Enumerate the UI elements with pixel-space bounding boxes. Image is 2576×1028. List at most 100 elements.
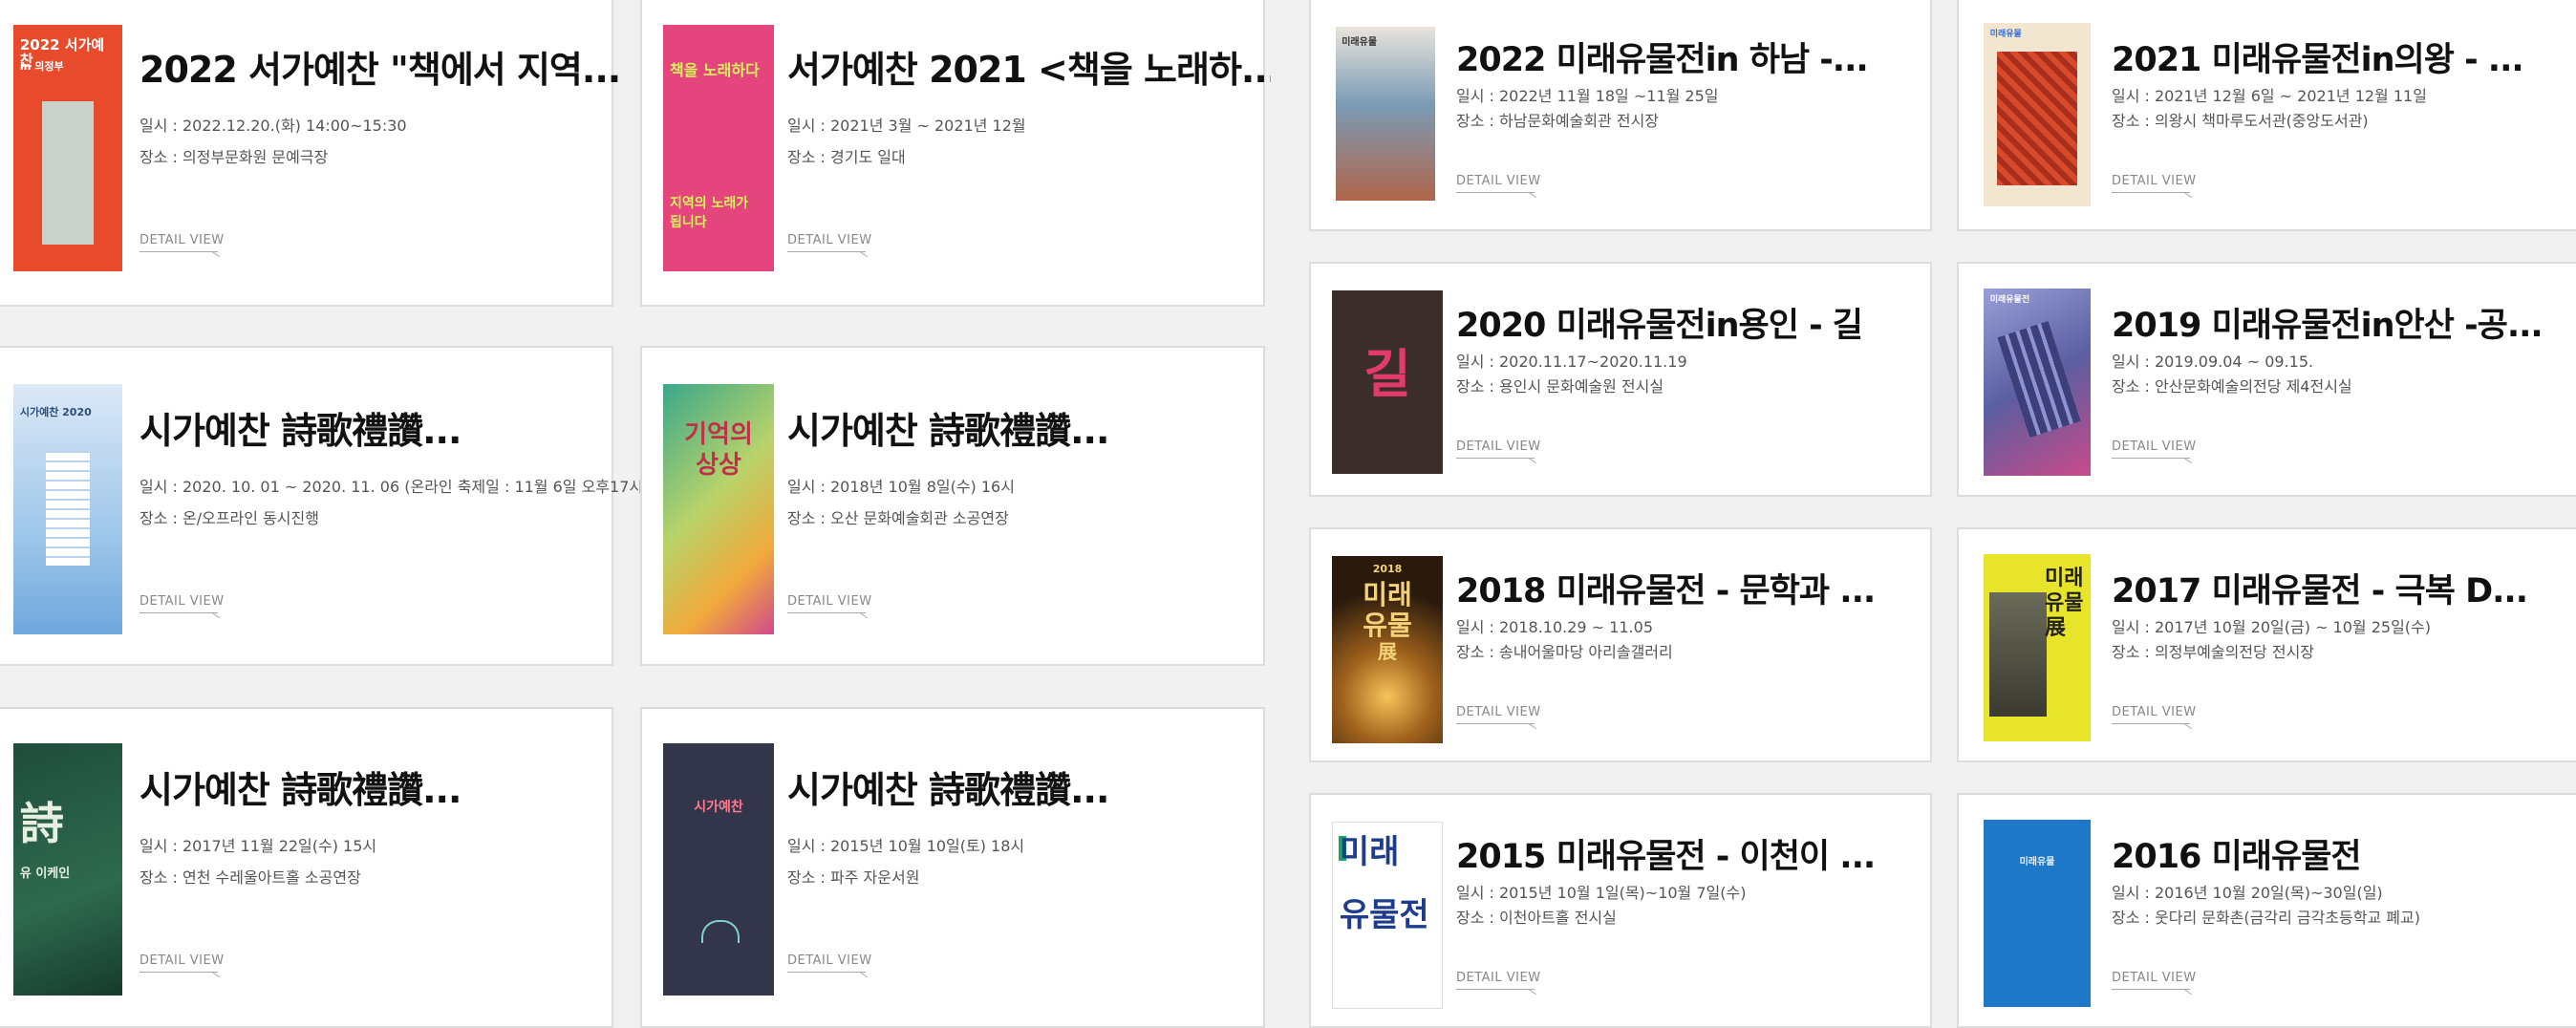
poster-image[interactable]: 시가예찬 2020: [13, 384, 122, 634]
poster-pattern: [1997, 52, 2077, 185]
exhibition-title[interactable]: 2020 미래유물전in용인 - 길: [1456, 298, 1863, 347]
poster-image[interactable]: 2018 미래 유물 展: [1332, 556, 1443, 743]
exhibition-place: 장소 : 의정부예술의전당 전시장: [2112, 643, 2315, 661]
exhibition-place: 장소 : 웃다리 문화촌(금각리 금각초등학교 폐교): [2112, 909, 2420, 927]
exhibition-card[interactable]: 미래 유물전 2015 미래유물전 - 이천이 ... 일시 : 2015년 1…: [1309, 793, 1932, 1028]
detail-view-link[interactable]: DETAIL VIEW: [1456, 439, 1541, 459]
exhibition-date: 일시 : 2016년 10월 20일(목)~30일(일): [2112, 884, 2383, 902]
exhibition-date: 일시 : 2018년 10월 8일(수) 16시: [787, 478, 1015, 496]
poster-text: 시가예찬 2020: [19, 406, 92, 418]
poster-image[interactable]: 미래유물: [1984, 23, 2091, 206]
exhibition-date: 일시 : 2017년 11월 22일(수) 15시: [140, 837, 377, 855]
poster-image[interactable]: 2022 서가예찬 in 의정부: [13, 25, 122, 271]
detail-view-link[interactable]: DETAIL VIEW: [140, 594, 225, 613]
exhibition-card[interactable]: 미래유물 2016 미래유물전 일시 : 2016년 10월 20일(목)~30…: [1957, 793, 2576, 1028]
poster-image[interactable]: 미래유물: [1336, 27, 1435, 201]
exhibition-title[interactable]: 시가예찬 詩歌禮讚...: [140, 401, 462, 454]
poster-image[interactable]: 기억의 상상: [663, 384, 774, 634]
exhibition-date: 일시 : 2020.11.17~2020.11.19: [1456, 353, 1687, 371]
poster-text: 됩니다: [669, 215, 707, 230]
building-illustration: [1997, 321, 2081, 438]
exhibition-date: 일시 : 2017년 10월 20일(금) ~ 10월 25일(수): [2112, 618, 2432, 636]
poster-ornament: [701, 920, 740, 943]
exhibition-title[interactable]: 시가예찬 詩歌禮讚...: [787, 401, 1109, 454]
photo-illustration: [1989, 592, 2047, 717]
exhibition-place: 장소 : 오산 문화예술회관 소공연장: [787, 509, 1009, 527]
poster-image[interactable]: 길: [1332, 290, 1443, 474]
detail-view-link[interactable]: DETAIL VIEW: [787, 233, 872, 252]
poster-image[interactable]: 詩 유 이케인: [13, 743, 122, 996]
detail-view-link[interactable]: DETAIL VIEW: [2112, 174, 2197, 193]
detail-view-link[interactable]: DETAIL VIEW: [2112, 705, 2197, 724]
exhibition-place: 장소 : 하남문화예술회관 전시장: [1456, 112, 1660, 130]
detail-view-link[interactable]: DETAIL VIEW: [140, 233, 225, 252]
exhibition-place: 장소 : 의정부문화원 문예극장: [140, 148, 329, 166]
exhibition-date: 일시 : 2019.09.04 ~ 09.15.: [2112, 353, 2314, 371]
poster-text: 詩: [19, 798, 64, 849]
exhibition-place: 장소 : 의왕시 책마루도서관(중앙도서관): [2112, 112, 2369, 130]
poster-text: 책을 노래하다: [669, 61, 760, 79]
exhibition-title[interactable]: 시가예찬 詩歌禮讚...: [787, 760, 1109, 813]
poster-image[interactable]: 미래유물: [1984, 820, 2091, 1007]
exhibition-title[interactable]: 2019 미래유물전in안산 -공...: [2112, 298, 2544, 347]
detail-view-link[interactable]: DETAIL VIEW: [787, 594, 872, 613]
exhibition-title[interactable]: 2022 미래유물전in 하남 -...: [1456, 32, 1869, 81]
exhibition-title[interactable]: 2022 서가예찬 "책에서 지역...: [140, 40, 621, 93]
exhibition-title[interactable]: 2021 미래유물전in의왕 - ...: [2112, 32, 2524, 81]
exhibition-date: 일시 : 2015년 10월 10일(토) 18시: [787, 837, 1025, 855]
exhibition-card[interactable]: 2018 미래 유물 展 2018 미래유물전 - 문학과 ... 일시 : 2…: [1309, 527, 1932, 762]
poster-text: 길: [1363, 344, 1411, 404]
detail-view-link[interactable]: DETAIL VIEW: [2112, 439, 2197, 459]
poster-text: 미래유물: [1342, 37, 1378, 48]
detail-view-link[interactable]: DETAIL VIEW: [1456, 174, 1541, 193]
exhibition-card[interactable]: 길 2020 미래유물전in용인 - 길 일시 : 2020.11.17~202…: [1309, 262, 1932, 497]
exhibition-place: 장소 : 파주 자운서원: [787, 868, 920, 887]
poster-image[interactable]: 시가예찬: [663, 743, 774, 996]
exhibition-card[interactable]: 2022 서가예찬 in 의정부 2022 서가예찬 "책에서 지역... 일시…: [0, 0, 621, 307]
exhibition-date: 일시 : 2022년 11월 18일 ~11월 25일: [1456, 87, 1719, 105]
poster-text: 유 이케인: [19, 867, 71, 881]
poster-text: 유물: [1363, 610, 1412, 641]
exhibition-title[interactable]: 2018 미래유물전 - 문학과 ...: [1456, 564, 1876, 612]
exhibition-card[interactable]: 기억의 상상 시가예찬 詩歌禮讚... 일시 : 2018년 10월 8일(수)…: [640, 346, 1265, 666]
poster-text: 미래: [1363, 579, 1412, 610]
exhibition-title[interactable]: 2015 미래유물전 - 이천이 ...: [1456, 829, 1876, 878]
exhibition-place: 장소 : 송내어울마당 아리솔갤러리: [1456, 643, 1673, 661]
exhibition-card[interactable]: 시가예찬 2020 시가예찬 詩歌禮讚... 일시 : 2020. 10. 01…: [0, 346, 696, 666]
poster-image[interactable]: 미래 유물 展: [1984, 554, 2091, 741]
exhibition-date: 일시 : 2021년 12월 6일 ~ 2021년 12월 11일: [2112, 87, 2427, 105]
left-exhibition-panel: 2022 서가예찬 in 의정부 2022 서가예찬 "책에서 지역... 일시…: [0, 0, 1280, 1028]
exhibition-card[interactable]: 미래 유물 展 2017 미래유물전 - 극복 D... 일시 : 2017년 …: [1957, 527, 2576, 762]
detail-view-link[interactable]: DETAIL VIEW: [2112, 971, 2197, 990]
exhibition-place: 장소 : 연천 수레울아트홀 소공연장: [140, 868, 361, 887]
exhibition-date: 일시 : 2018.10.29 ~ 11.05: [1456, 618, 1653, 636]
exhibition-date: 일시 : 2020. 10. 01 ~ 2020. 11. 06 (온라인 축제…: [140, 478, 696, 496]
poster-image[interactable]: 미래 유물전: [1332, 822, 1443, 1009]
poster-text: in 의정부: [19, 60, 64, 73]
exhibition-place: 장소 : 용인시 문화예술원 전시실: [1456, 377, 1664, 396]
exhibition-title[interactable]: 2017 미래유물전 - 극복 D...: [2112, 564, 2528, 612]
exhibition-place: 장소 : 경기도 일대: [787, 148, 906, 166]
poster-text: 미래: [2045, 567, 2084, 590]
exhibition-card[interactable]: 미래유물 2021 미래유물전in의왕 - ... 일시 : 2021년 12월…: [1957, 0, 2576, 231]
exhibition-title[interactable]: 서가예찬 2021 <책을 노래하...: [787, 40, 1280, 93]
detail-view-link[interactable]: DETAIL VIEW: [140, 953, 225, 973]
exhibition-title[interactable]: 2016 미래유물전: [2112, 829, 2362, 878]
poster-text: 유물전: [1339, 896, 1429, 934]
detail-view-link[interactable]: DETAIL VIEW: [1456, 705, 1541, 724]
exhibition-place: 장소 : 이천아트홀 전시실: [1456, 909, 1617, 927]
poster-image[interactable]: 책을 노래하다 지역의 노래가 됩니다: [663, 25, 774, 271]
exhibition-card[interactable]: 미래유물 2022 미래유물전in 하남 -... 일시 : 2022년 11월…: [1309, 0, 1932, 231]
book-illustration: [42, 101, 94, 245]
poster-image[interactable]: 미래유물전: [1984, 289, 2091, 476]
exhibition-date: 일시 : 2021년 3월 ~ 2021년 12월: [787, 117, 1026, 135]
poster-text: 2018: [1372, 563, 1403, 575]
detail-view-link[interactable]: DETAIL VIEW: [787, 953, 872, 973]
exhibition-title[interactable]: 시가예찬 詩歌禮讚...: [140, 760, 462, 813]
exhibition-card[interactable]: 시가예찬 시가예찬 詩歌禮讚... 일시 : 2015년 10월 10일(토) …: [640, 707, 1265, 1028]
building-illustration: [46, 451, 90, 566]
exhibition-card[interactable]: 詩 유 이케인 시가예찬 詩歌禮讚... 일시 : 2017년 11월 22일(…: [0, 707, 613, 1028]
exhibition-card[interactable]: 책을 노래하다 지역의 노래가 됩니다 서가예찬 2021 <책을 노래하...…: [640, 0, 1280, 307]
detail-view-link[interactable]: DETAIL VIEW: [1456, 971, 1541, 990]
exhibition-card[interactable]: 미래유물전 2019 미래유물전in안산 -공... 일시 : 2019.09.…: [1957, 262, 2576, 497]
